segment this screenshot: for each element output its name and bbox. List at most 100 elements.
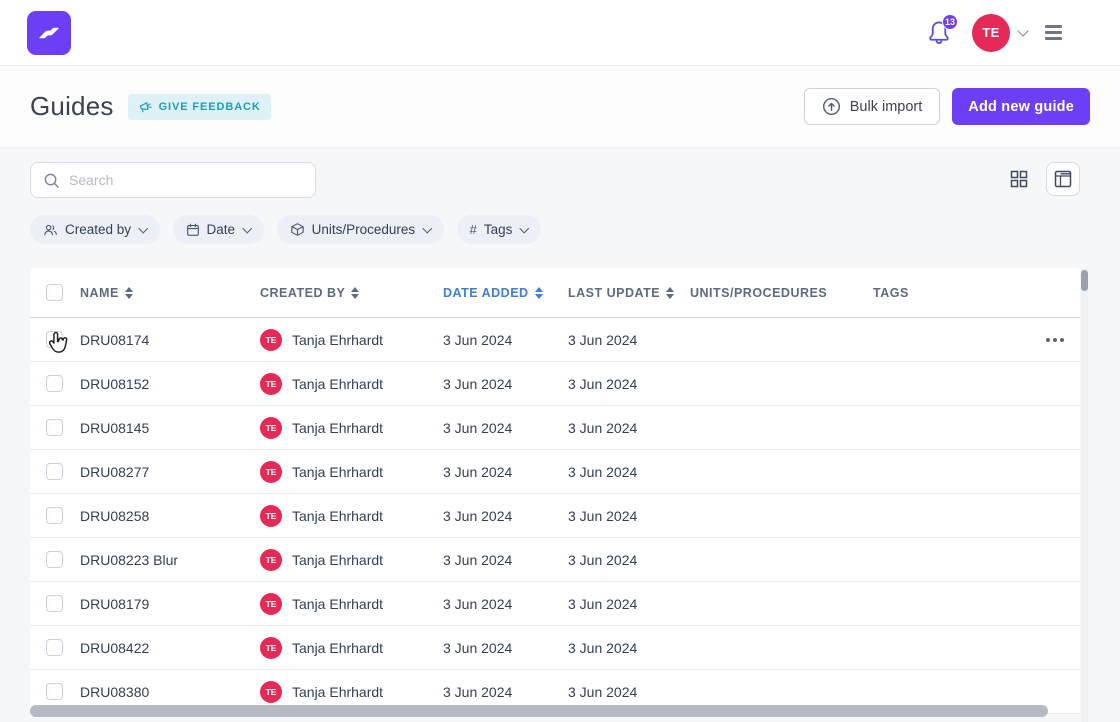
row-actions-menu[interactable] (1032, 338, 1080, 342)
vertical-scrollbar[interactable] (1081, 268, 1088, 722)
creator-name: Tanja Ehrhardt (292, 684, 383, 700)
hamburger-menu-button[interactable] (1045, 25, 1062, 39)
table-header-row: NAME CREATED BY DATE ADDED LAST UPDATE U… (30, 268, 1080, 318)
row-checkbox[interactable] (46, 463, 63, 480)
table-row[interactable]: DRU08174 TE Tanja Ehrhardt 3 Jun 2024 3 … (30, 318, 1080, 362)
table-view-button[interactable] (1046, 162, 1080, 196)
upload-icon (822, 97, 841, 116)
last-update-cell: 3 Jun 2024 (568, 640, 690, 656)
chevron-down-icon (1017, 25, 1028, 36)
guide-name-cell[interactable]: DRU08152 (80, 376, 260, 392)
row-checkbox[interactable] (46, 507, 63, 524)
sort-icon[interactable] (535, 287, 543, 299)
grid-view-icon (1010, 170, 1028, 188)
row-checkbox[interactable] (46, 331, 63, 348)
give-feedback-badge[interactable]: GIVE FEEDBACK (128, 94, 271, 120)
date-added-cell: 3 Jun 2024 (443, 596, 568, 612)
sort-icon[interactable] (351, 287, 359, 299)
table-row[interactable]: DRU08258 TE Tanja Ehrhardt 3 Jun 2024 3 … (30, 494, 1080, 538)
table-row[interactable]: DRU08223 Blur TE Tanja Ehrhardt 3 Jun 20… (30, 538, 1080, 582)
column-header-last-update[interactable]: LAST UPDATE (568, 286, 690, 300)
chevron-down-icon (139, 223, 148, 232)
creator-name: Tanja Ehrhardt (292, 552, 383, 568)
search-box (30, 162, 316, 198)
creator-name: Tanja Ehrhardt (292, 376, 383, 392)
table-row[interactable]: DRU08422 TE Tanja Ehrhardt 3 Jun 2024 3 … (30, 626, 1080, 670)
creator-name: Tanja Ehrhardt (292, 508, 383, 524)
created-by-cell: TE Tanja Ehrhardt (260, 373, 443, 395)
last-update-cell: 3 Jun 2024 (568, 552, 690, 568)
calendar-icon (186, 223, 200, 237)
creator-name: Tanja Ehrhardt (292, 596, 383, 612)
row-checkbox[interactable] (46, 639, 63, 656)
created-by-cell: TE Tanja Ehrhardt (260, 329, 443, 351)
vertical-scrollbar-thumb[interactable] (1081, 270, 1088, 291)
column-header-name[interactable]: NAME (80, 286, 260, 300)
table-row[interactable]: DRU08152 TE Tanja Ehrhardt 3 Jun 2024 3 … (30, 362, 1080, 406)
table-row[interactable]: DRU08277 TE Tanja Ehrhardt 3 Jun 2024 3 … (30, 450, 1080, 494)
guide-name-cell[interactable]: DRU08380 (80, 684, 260, 700)
account-menu[interactable]: TE (972, 14, 1027, 52)
created-by-cell: TE Tanja Ehrhardt (260, 593, 443, 615)
filter-created-by[interactable]: Created by (30, 215, 160, 244)
guide-name-cell[interactable]: DRU08223 Blur (80, 552, 260, 568)
chevron-down-icon (423, 223, 432, 232)
guide-name-cell[interactable]: DRU08422 (80, 640, 260, 656)
user-avatar[interactable]: TE (972, 14, 1010, 52)
creator-name: Tanja Ehrhardt (292, 464, 383, 480)
title-group: Guides GIVE FEEDBACK (30, 91, 271, 122)
guide-name-cell[interactable]: DRU08174 (80, 332, 260, 348)
column-header-units-procedures: UNITS/PROCEDURES (690, 286, 873, 300)
row-checkbox[interactable] (46, 375, 63, 392)
filter-date-label: Date (207, 222, 236, 237)
notification-count-badge: 13 (942, 14, 958, 30)
creator-name: Tanja Ehrhardt (292, 640, 383, 656)
notifications-button[interactable]: 13 (926, 19, 954, 47)
table-row[interactable]: DRU08145 TE Tanja Ehrhardt 3 Jun 2024 3 … (30, 406, 1080, 450)
app-logo[interactable] (27, 11, 71, 55)
created-by-cell: TE Tanja Ehrhardt (260, 417, 443, 439)
row-checkbox[interactable] (46, 683, 63, 700)
filter-units-procedures[interactable]: Units/Procedures (277, 215, 444, 244)
add-new-guide-button[interactable]: Add new guide (952, 88, 1090, 125)
column-header-date-added[interactable]: DATE ADDED (443, 286, 568, 300)
guide-name-cell[interactable]: DRU08277 (80, 464, 260, 480)
search-icon (43, 172, 60, 189)
last-update-cell: 3 Jun 2024 (568, 376, 690, 392)
row-checkbox[interactable] (46, 551, 63, 568)
last-update-cell: 3 Jun 2024 (568, 420, 690, 436)
bulk-import-button[interactable]: Bulk import (804, 88, 941, 125)
date-added-cell: 3 Jun 2024 (443, 552, 568, 568)
created-by-cell: TE Tanja Ehrhardt (260, 681, 443, 703)
horizontal-scrollbar-thumb[interactable] (30, 705, 1048, 717)
filter-tags-label: Tags (484, 222, 513, 237)
guide-name-cell[interactable]: DRU08179 (80, 596, 260, 612)
creator-avatar: TE (260, 637, 282, 659)
bulk-import-label: Bulk import (850, 99, 923, 115)
hash-icon: # (470, 222, 477, 237)
table-row[interactable]: DRU08179 TE Tanja Ehrhardt 3 Jun 2024 3 … (30, 582, 1080, 626)
row-checkbox[interactable] (46, 595, 63, 612)
filter-tags[interactable]: # Tags (457, 215, 541, 244)
last-update-cell: 3 Jun 2024 (568, 464, 690, 480)
creator-avatar: TE (260, 549, 282, 571)
filter-created-by-label: Created by (65, 222, 131, 237)
select-all-checkbox[interactable] (46, 284, 63, 301)
guides-table: NAME CREATED BY DATE ADDED LAST UPDATE U… (30, 268, 1080, 714)
column-header-created-by[interactable]: CREATED BY (260, 286, 443, 300)
guide-name-cell[interactable]: DRU08258 (80, 508, 260, 524)
sort-icon[interactable] (666, 287, 674, 299)
date-added-cell: 3 Jun 2024 (443, 376, 568, 392)
grid-view-button[interactable] (1002, 162, 1036, 196)
date-added-cell: 3 Jun 2024 (443, 508, 568, 524)
filter-date[interactable]: Date (173, 215, 264, 244)
megaphone-icon (138, 100, 153, 114)
search-input[interactable] (69, 172, 303, 188)
creator-avatar: TE (260, 461, 282, 483)
topbar-right: 13 TE (926, 14, 1062, 52)
header-actions: Bulk import Add new guide (804, 88, 1090, 125)
guide-name-cell[interactable]: DRU08145 (80, 420, 260, 436)
row-checkbox[interactable] (46, 419, 63, 436)
sort-icon[interactable] (125, 287, 133, 299)
date-added-cell: 3 Jun 2024 (443, 684, 568, 700)
